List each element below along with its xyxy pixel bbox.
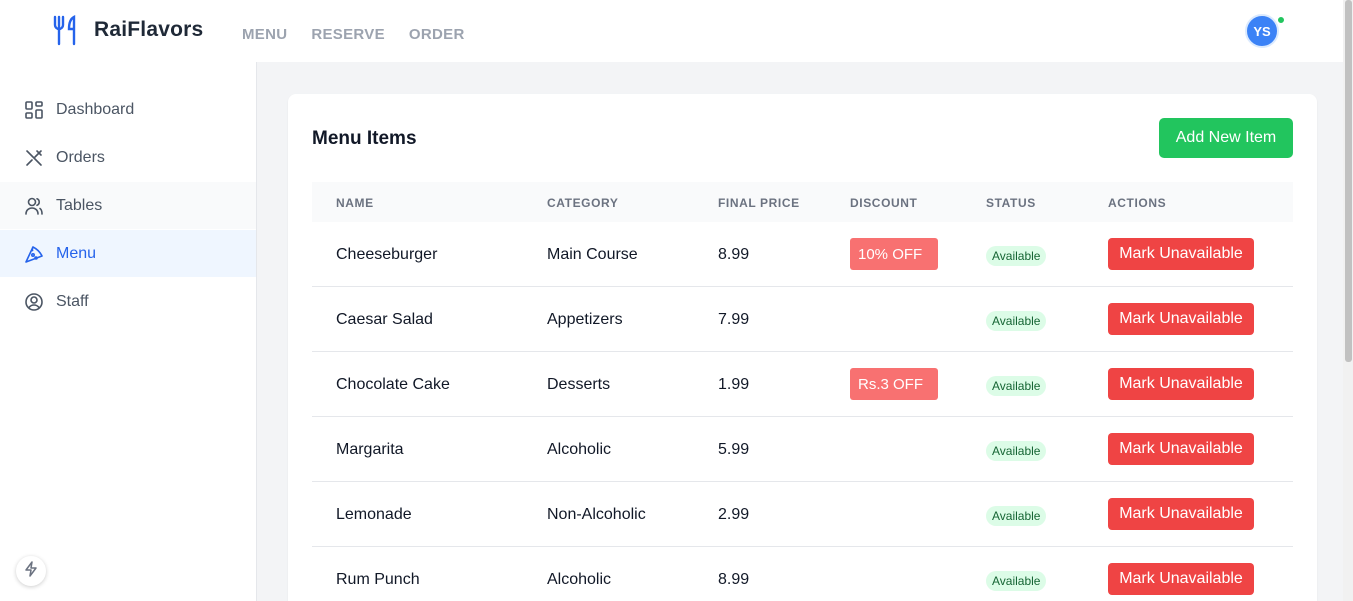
utensils-crossed-icon xyxy=(24,148,44,168)
status-badge: Available xyxy=(986,506,1047,526)
add-new-item-button[interactable]: Add New Item xyxy=(1159,118,1293,158)
mark-unavailable-button[interactable]: Mark Unavailable xyxy=(1108,368,1254,400)
column-header-final-price[interactable]: FINAL PRICE xyxy=(718,196,800,210)
sidebar-item-staff[interactable]: Staff xyxy=(0,278,256,325)
mark-unavailable-button[interactable]: Mark Unavailable xyxy=(1108,563,1254,595)
item-name: Lemonade xyxy=(336,506,412,523)
grid-icon xyxy=(24,100,44,120)
brand-name: RaiFlavors xyxy=(94,18,204,41)
menu-items-card: Menu Items Add New Item NAME CATEGORY FI… xyxy=(288,94,1317,601)
item-category: Alcoholic xyxy=(547,571,612,588)
column-header-category[interactable]: CATEGORY xyxy=(547,196,618,210)
sidebar-item-label: Orders xyxy=(56,148,105,166)
sidebar-item-orders[interactable]: Orders xyxy=(0,134,256,181)
item-name: Cheeseburger xyxy=(336,246,438,263)
user-circle-icon xyxy=(24,292,44,312)
nav-order[interactable]: ORDER xyxy=(409,26,465,43)
column-header-discount[interactable]: DISCOUNT xyxy=(850,196,917,210)
item-price: 8.99 xyxy=(718,246,750,263)
utensils-icon xyxy=(52,14,82,46)
item-price: 7.99 xyxy=(718,311,750,328)
online-status-dot xyxy=(1276,15,1286,25)
table-row: Cheeseburger Main Course 8.99 10% OFF Av… xyxy=(312,222,1293,287)
item-price: 5.99 xyxy=(718,441,750,458)
item-category: Non-Alcoholic xyxy=(547,506,646,523)
sidebar-item-label: Staff xyxy=(56,292,89,310)
sidebar-item-tables[interactable]: Tables xyxy=(0,182,256,229)
nav-menu[interactable]: MENU xyxy=(242,26,287,43)
page-title: Menu Items xyxy=(312,128,417,149)
table-row: Caesar Salad Appetizers 7.99 Available M… xyxy=(312,287,1293,352)
discount-badge: 10% OFF xyxy=(850,238,938,270)
top-navbar: RaiFlavors MENU RESERVE ORDER xyxy=(0,0,1343,62)
column-header-actions[interactable]: ACTIONS xyxy=(1108,196,1166,210)
mark-unavailable-button[interactable]: Mark Unavailable xyxy=(1108,498,1254,530)
table-row: Rum Punch Alcoholic 8.99 Available Mark … xyxy=(312,547,1293,601)
item-name: Margarita xyxy=(336,441,404,458)
status-badge: Available xyxy=(986,246,1047,266)
top-nav-links: MENU RESERVE ORDER xyxy=(242,26,489,43)
mark-unavailable-button[interactable]: Mark Unavailable xyxy=(1108,303,1254,335)
user-avatar[interactable]: YS xyxy=(1245,14,1279,48)
item-category: Appetizers xyxy=(547,311,623,328)
item-price: 2.99 xyxy=(718,506,750,523)
mark-unavailable-button[interactable]: Mark Unavailable xyxy=(1108,238,1254,270)
column-header-name[interactable]: NAME xyxy=(336,196,374,210)
table-row: Lemonade Non-Alcoholic 2.99 Available Ma… xyxy=(312,482,1293,547)
item-category: Alcoholic xyxy=(547,441,612,458)
item-price: 8.99 xyxy=(718,571,750,588)
sidebar-item-label: Dashboard xyxy=(56,100,135,118)
quick-action-button[interactable] xyxy=(16,556,46,586)
users-icon xyxy=(24,196,44,216)
item-category: Main Course xyxy=(547,246,638,263)
status-badge: Available xyxy=(986,311,1047,331)
item-category: Desserts xyxy=(547,376,611,393)
table-row: Chocolate Cake Desserts 1.99 Rs.3 OFF Av… xyxy=(312,352,1293,417)
sidebar-item-dashboard[interactable]: Dashboard xyxy=(0,86,256,133)
sidebar: Dashboard Orders Tables Menu Staff xyxy=(0,62,257,601)
item-name: Chocolate Cake xyxy=(336,376,450,393)
table-header: NAME CATEGORY FINAL PRICE DISCOUNT STATU… xyxy=(312,182,1293,222)
pizza-icon xyxy=(24,244,44,264)
status-badge: Available xyxy=(986,376,1047,396)
item-name: Rum Punch xyxy=(336,571,420,588)
table-row: Margarita Alcoholic 5.99 Available Mark … xyxy=(312,417,1293,482)
status-badge: Available xyxy=(986,441,1047,461)
status-badge: Available xyxy=(986,571,1047,591)
discount-badge: Rs.3 OFF xyxy=(850,368,938,400)
lightning-icon xyxy=(24,560,38,582)
column-header-status[interactable]: STATUS xyxy=(986,196,1036,210)
page-scrollbar-thumb[interactable] xyxy=(1345,0,1352,362)
mark-unavailable-button[interactable]: Mark Unavailable xyxy=(1108,433,1254,465)
sidebar-item-label: Tables xyxy=(56,196,103,214)
sidebar-item-menu[interactable]: Menu xyxy=(0,230,256,277)
brand-logo[interactable]: RaiFlavors xyxy=(52,14,203,46)
item-name: Caesar Salad xyxy=(336,311,433,328)
nav-reserve[interactable]: RESERVE xyxy=(311,26,385,43)
item-price: 1.99 xyxy=(718,376,750,393)
sidebar-item-label: Menu xyxy=(56,244,97,262)
